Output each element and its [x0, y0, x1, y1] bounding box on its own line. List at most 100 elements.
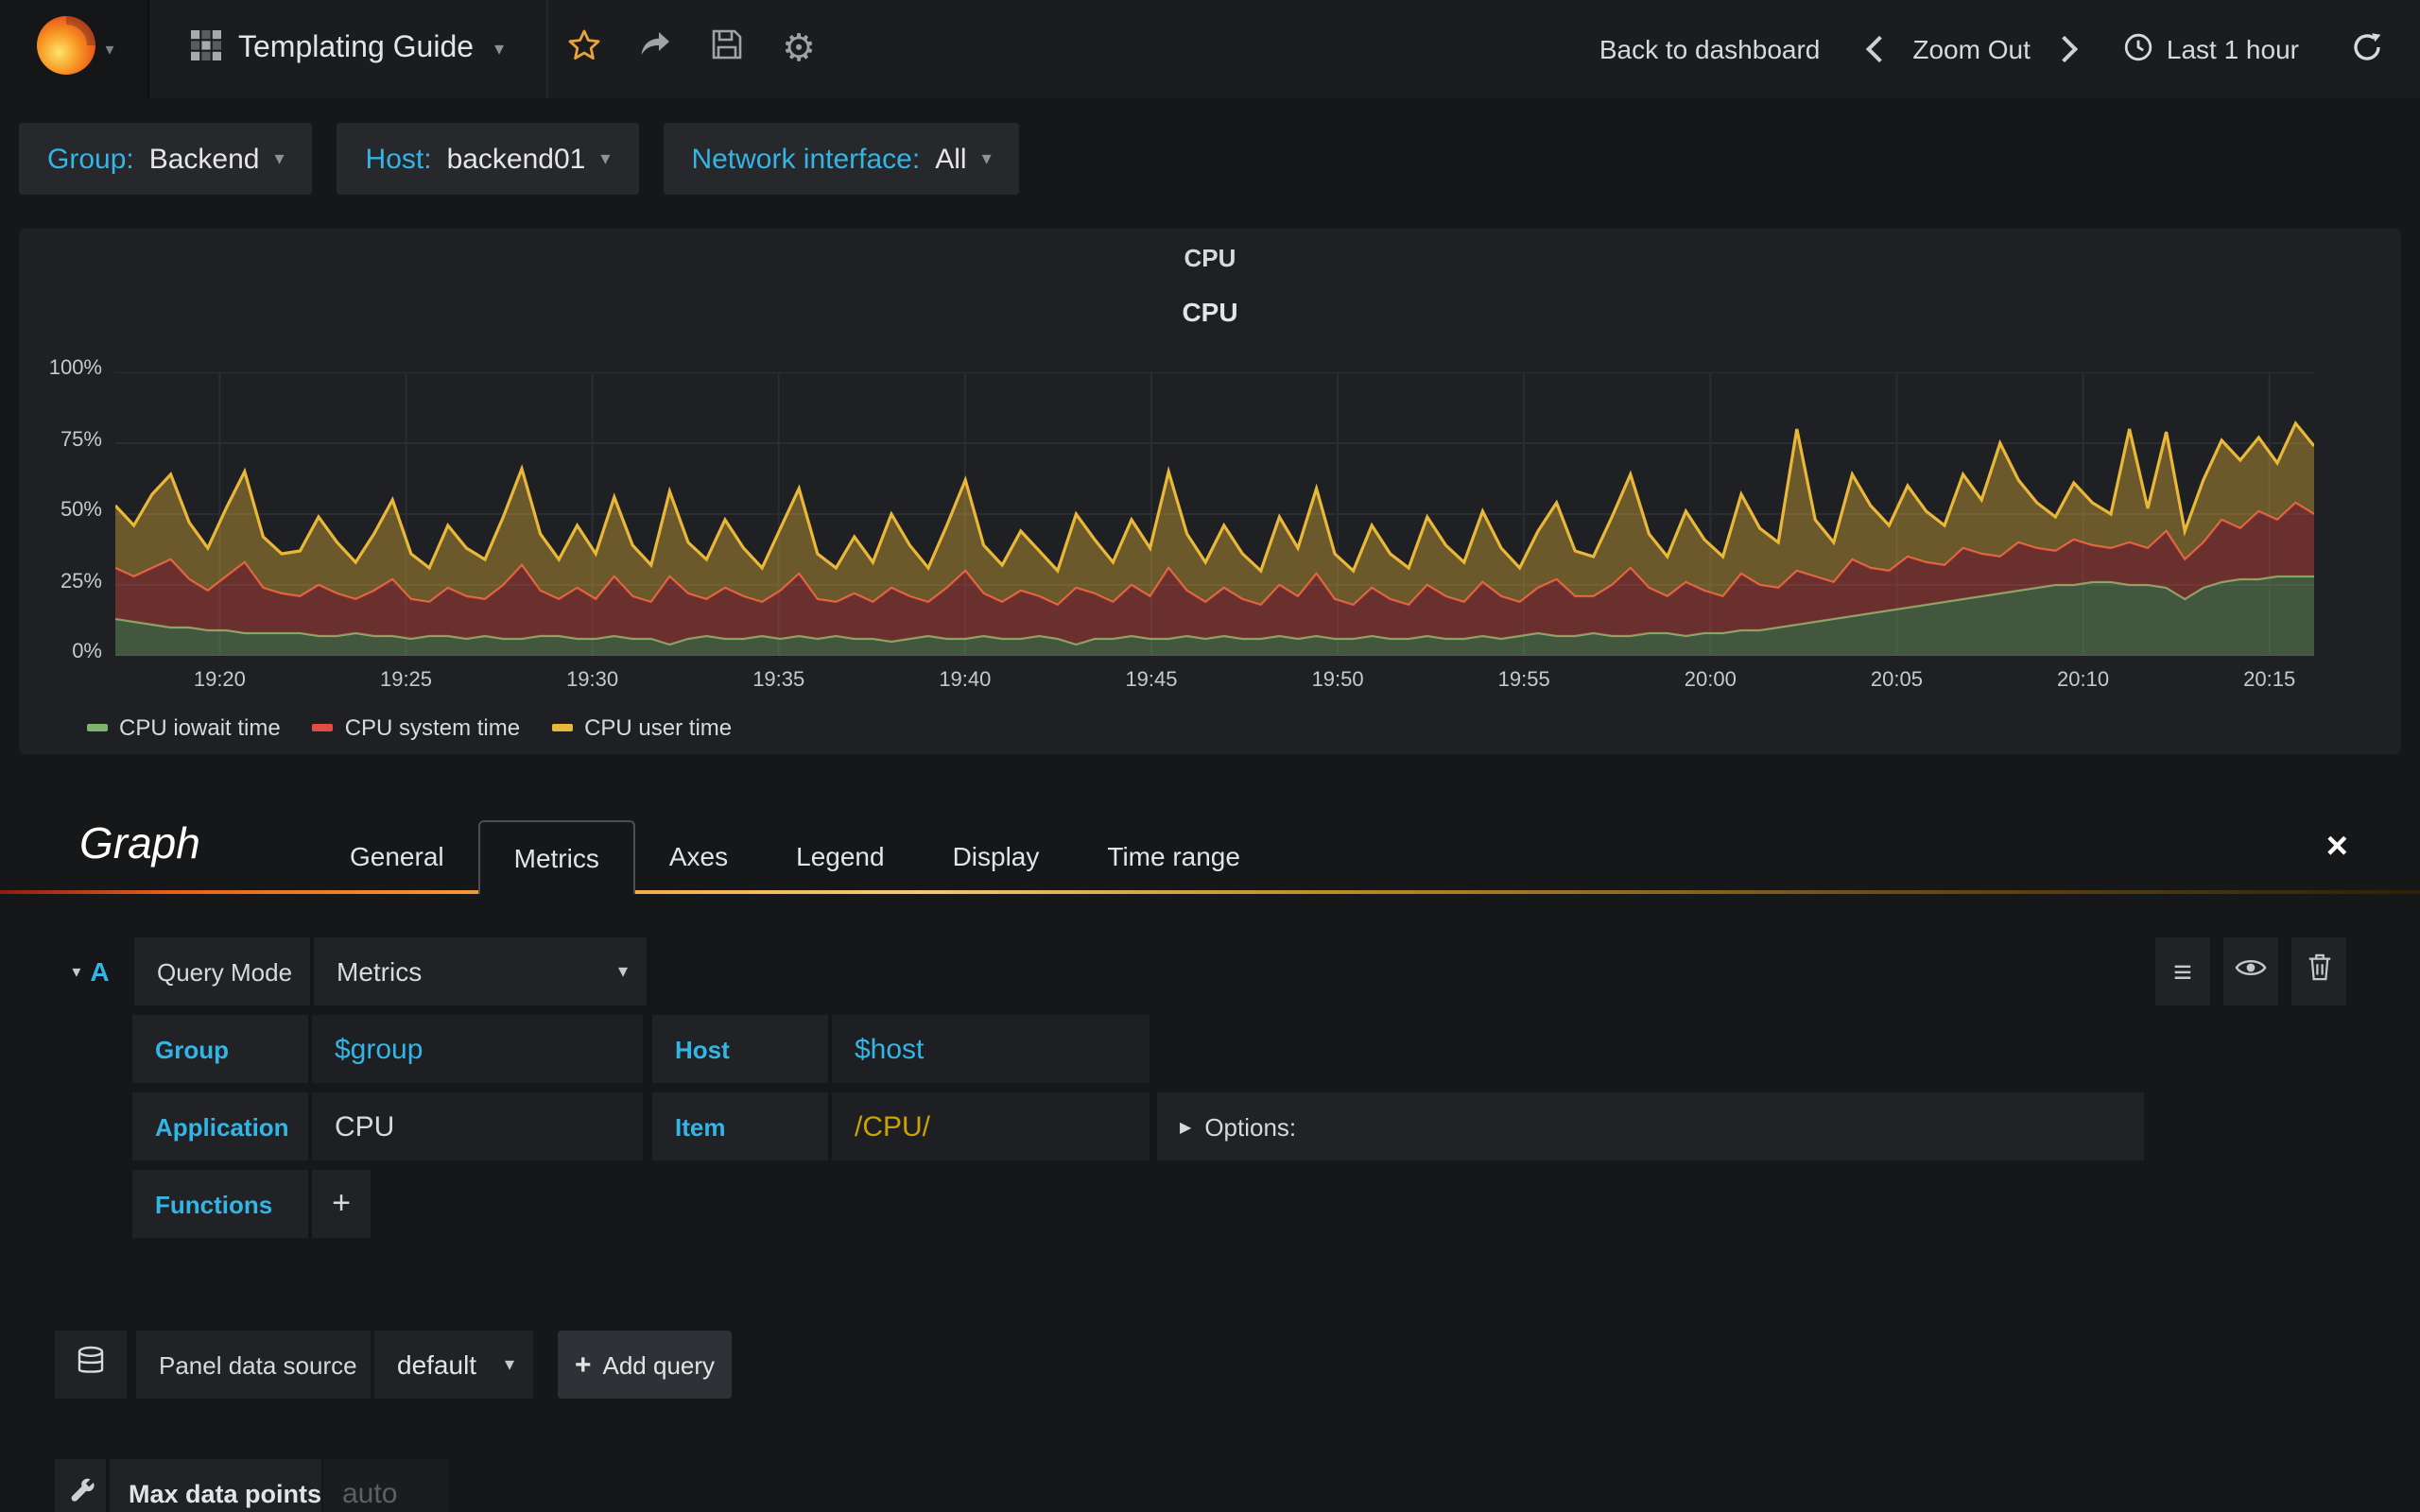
datasource-value: default — [397, 1349, 477, 1380]
add-query-button[interactable]: + Add query — [558, 1331, 732, 1399]
query-toggle-visibility-button[interactable] — [2223, 937, 2278, 1005]
refresh-button[interactable] — [2352, 31, 2382, 67]
editor-tabs: General Metrics Axes Legend Display Time… — [316, 820, 1274, 894]
item-field-input[interactable]: /CPU/ — [832, 1092, 1150, 1160]
close-editor-icon[interactable]: × — [2326, 826, 2348, 869]
legend-swatch-icon — [552, 724, 574, 731]
x-axis-label: 19:45 — [1125, 669, 1178, 692]
save-icon — [711, 28, 743, 70]
legend-label: CPU system time — [344, 714, 521, 741]
star-button[interactable] — [547, 0, 619, 98]
variable-netif-dropdown[interactable]: Network interface: All ▾ — [663, 123, 1020, 195]
back-to-dashboard-button[interactable]: Back to dashboard — [1599, 34, 1821, 64]
navbar-actions: ⚙ — [547, 0, 835, 98]
tab-general[interactable]: General — [316, 822, 478, 890]
panel-title[interactable]: CPU — [19, 229, 2401, 272]
datasource-icon-cell — [55, 1331, 127, 1399]
tab-time-range[interactable]: Time range — [1073, 822, 1274, 890]
datasource-row: Panel data source default ▾ + Add query — [55, 1331, 2420, 1399]
share-icon — [639, 30, 671, 68]
query-collapse-button[interactable]: ▾ A — [55, 937, 127, 1005]
plus-icon: + — [574, 1349, 592, 1381]
datasource-select[interactable]: default ▾ — [374, 1331, 533, 1399]
legend-item[interactable]: CPU system time — [312, 714, 521, 741]
wrench-icon — [67, 1475, 94, 1511]
zoom-out-button[interactable]: Zoom Out — [1912, 34, 2031, 64]
time-picker-button[interactable] — [2123, 31, 2153, 67]
y-axis-label: 50% — [60, 499, 102, 522]
title-caret-down-icon: ▾ — [494, 39, 505, 60]
settings-button[interactable]: ⚙ — [763, 0, 835, 98]
navbar: ▾ Templating Guide ▾ ⚙ Back to dashboard… — [0, 0, 2420, 98]
legend-item[interactable]: CPU user time — [552, 714, 732, 741]
x-axis-label: 19:30 — [566, 669, 619, 692]
legend-swatch-icon — [87, 724, 108, 731]
options-label: Options: — [1204, 1112, 1297, 1141]
datasource-label: Panel data source — [136, 1331, 371, 1399]
options-expand-button[interactable]: ▶ Options: — [1157, 1092, 2144, 1160]
application-field-input[interactable]: CPU — [312, 1092, 643, 1160]
query-mode-label: Query Mode — [134, 937, 310, 1005]
grafana-logo-button[interactable]: ▾ — [0, 0, 149, 98]
tab-metrics[interactable]: Metrics — [477, 820, 635, 894]
cpu-panel: CPU CPU 0% 25% 50% 75% 100% 19:20 19:25 19:30 1… — [19, 229, 2401, 754]
x-axis-label: 19:20 — [193, 669, 246, 692]
group-field-label: Group — [132, 1015, 308, 1083]
dashboard-title-dropdown[interactable]: Templating Guide ▾ — [149, 0, 548, 98]
panel-type-label: Graph — [79, 818, 200, 868]
share-button[interactable] — [619, 0, 691, 98]
variable-value: All — [935, 143, 967, 175]
x-axis-label: 20:15 — [2243, 669, 2296, 692]
logo-caret-down-icon: ▾ — [105, 39, 114, 58]
y-axis-label: 0% — [72, 641, 102, 663]
x-axis-label: 19:25 — [379, 669, 433, 692]
legend-item[interactable]: CPU iowait time — [87, 714, 281, 741]
legend-label: CPU iowait time — [119, 714, 281, 741]
query-editor: ▾ A Query Mode Metrics ▾ ≡ Group $group … — [55, 937, 2420, 1238]
caret-down-icon: ▾ — [274, 148, 285, 169]
add-query-label: Add query — [602, 1350, 716, 1379]
add-function-button[interactable]: + — [312, 1170, 371, 1238]
query-letter: A — [90, 956, 110, 987]
tab-display[interactable]: Display — [919, 822, 1074, 890]
tab-legend[interactable]: Legend — [762, 822, 918, 890]
gear-icon: ⚙ — [782, 28, 817, 70]
y-axis-label: 25% — [60, 570, 102, 593]
save-button[interactable] — [691, 0, 763, 98]
time-shift-right-icon[interactable] — [2050, 35, 2079, 63]
eye-icon — [2235, 954, 2267, 988]
variable-label: Group: — [47, 143, 134, 175]
query-menu-button[interactable]: ≡ — [2155, 937, 2210, 1005]
x-axis-label: 19:55 — [1497, 669, 1550, 692]
tab-axes[interactable]: Axes — [635, 822, 762, 890]
caret-down-icon: ▾ — [617, 961, 628, 982]
query-mode-select[interactable]: Metrics ▾ — [314, 937, 647, 1005]
item-field-label: Item — [652, 1092, 828, 1160]
collapse-caret-icon: ▾ — [72, 961, 81, 980]
host-field-input[interactable]: $host — [832, 1015, 1150, 1083]
x-axis-label: 19:35 — [752, 669, 805, 692]
navbar-right: Back to dashboard Zoom Out Last 1 hour — [1599, 0, 2420, 98]
variable-group-dropdown[interactable]: Group: Backend ▾ — [19, 123, 313, 195]
application-field-label: Application — [132, 1092, 308, 1160]
max-data-points-input[interactable] — [323, 1459, 448, 1512]
query-row-group-host: Group $group Host $host — [55, 1015, 2420, 1083]
database-icon — [76, 1345, 106, 1384]
grafana-app: ▾ Templating Guide ▾ ⚙ Back to dashboard… — [0, 0, 2420, 1512]
query-delete-button[interactable] — [2291, 937, 2346, 1005]
dashboard-title: Templating Guide — [238, 32, 475, 64]
max-data-points-label: Max data points — [110, 1459, 321, 1512]
variable-host-dropdown[interactable]: Host: backend01 ▾ — [337, 123, 639, 195]
query-row-a: ▾ A Query Mode Metrics ▾ ≡ — [55, 937, 2420, 1005]
orange-gradient-divider — [0, 890, 2420, 894]
x-axis-label: 20:05 — [1870, 669, 1923, 692]
caret-down-icon: ▾ — [504, 1354, 514, 1375]
variable-value: Backend — [148, 143, 260, 175]
time-shift-left-icon[interactable] — [1865, 35, 1893, 63]
group-field-input[interactable]: $group — [312, 1015, 643, 1083]
time-range-label[interactable]: Last 1 hour — [2167, 34, 2299, 64]
cpu-stacked-area-chart[interactable] — [115, 372, 2314, 656]
variable-value: backend01 — [446, 143, 586, 175]
refresh-icon — [2352, 32, 2382, 67]
wrench-icon-cell — [55, 1459, 106, 1512]
